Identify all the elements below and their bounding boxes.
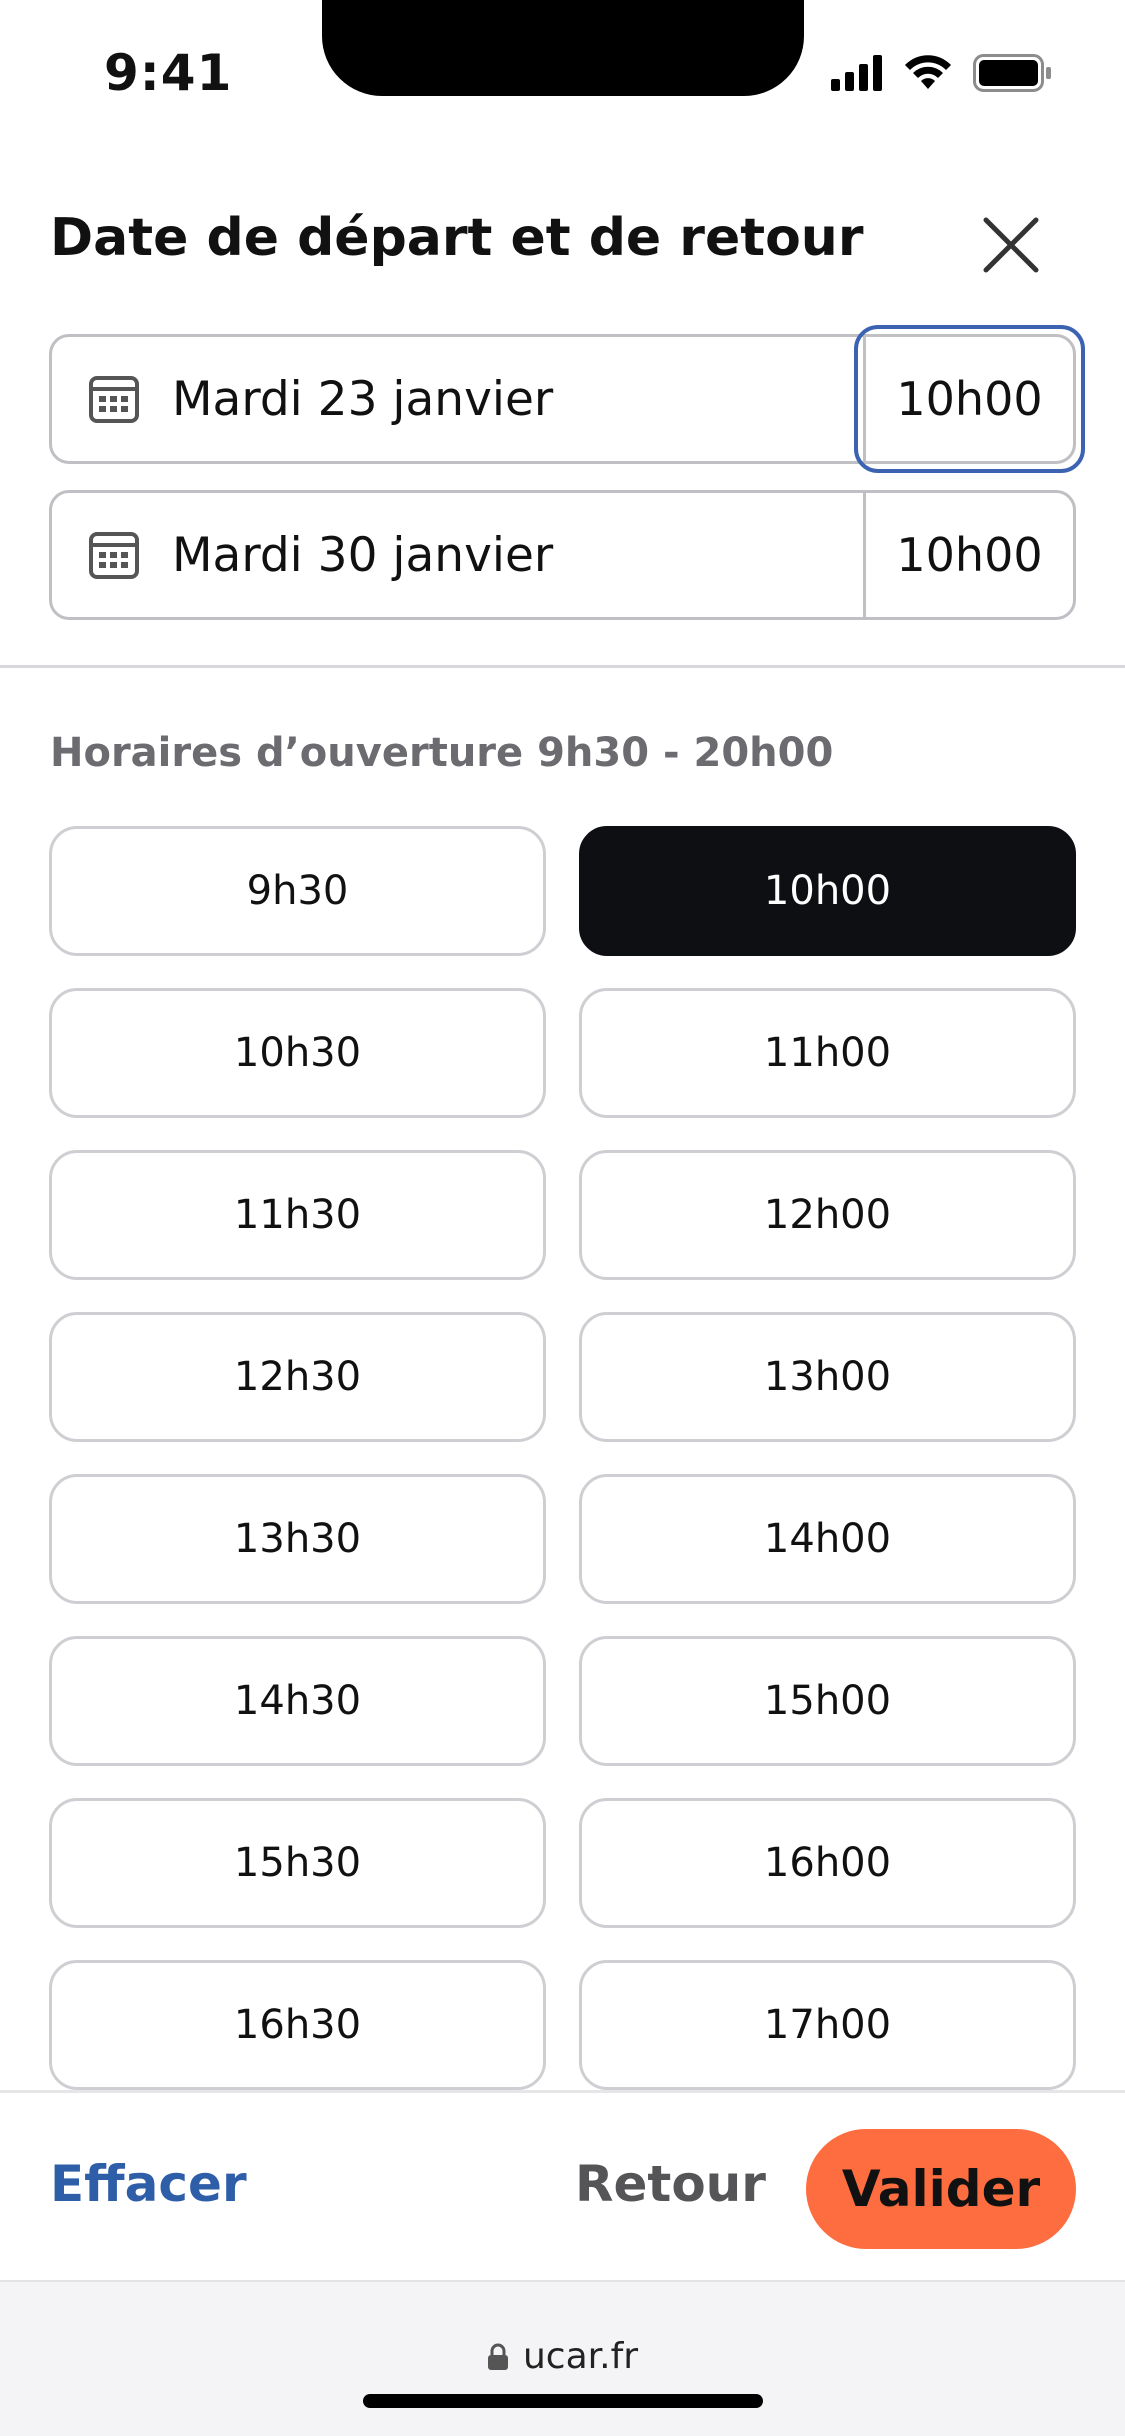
lock-icon	[487, 2343, 508, 2370]
time-slot[interactable]: 13h00	[579, 1312, 1076, 1442]
time-slot[interactable]: 11h30	[49, 1150, 546, 1280]
back-button[interactable]: Retour	[575, 2155, 766, 2213]
departure-row: Mardi 23 janvier 10h00	[49, 325, 1085, 473]
time-slot[interactable]: 10h00	[579, 826, 1076, 956]
divider	[0, 665, 1125, 668]
time-slot[interactable]: 11h00	[579, 988, 1076, 1118]
time-slot[interactable]: 16h30	[49, 1960, 546, 2090]
time-slot[interactable]: 14h30	[49, 1636, 546, 1766]
opening-hours-label: Horaires d’ouverture 9h30 - 20h00	[50, 730, 834, 776]
time-slot[interactable]: 12h30	[49, 1312, 546, 1442]
calendar-icon	[89, 532, 139, 579]
time-slot[interactable]: 17h00	[579, 1960, 1076, 2090]
status-time: 9:41	[104, 44, 233, 102]
time-slot[interactable]: 12h00	[579, 1150, 1076, 1280]
home-indicator[interactable]	[363, 2394, 763, 2408]
close-icon	[983, 217, 1039, 273]
time-slot[interactable]: 15h00	[579, 1636, 1076, 1766]
calendar-icon	[89, 376, 139, 423]
battery-icon	[973, 54, 1053, 92]
wifi-icon	[903, 55, 953, 91]
return-time-field[interactable]: 10h00	[863, 493, 1073, 617]
status-icons	[831, 54, 1053, 92]
time-slot[interactable]: 13h30	[49, 1474, 546, 1604]
time-slot[interactable]: 9h30	[49, 826, 546, 956]
time-slot[interactable]: 10h30	[49, 988, 546, 1118]
signal-icon	[831, 55, 883, 91]
time-slot-grid: 9h30 10h00 10h30 11h00 11h30 12h00 12h30…	[49, 826, 1076, 2090]
browser-url-bar[interactable]: ucar.fr	[0, 2280, 1125, 2436]
return-date-label: Mardi 30 janvier	[172, 527, 554, 583]
status-bar: 9:41	[0, 0, 1125, 130]
validate-button[interactable]: Valider	[806, 2129, 1076, 2249]
url-display[interactable]: ucar.fr	[0, 2336, 1125, 2377]
page-title: Date de départ et de retour	[50, 208, 864, 268]
return-date-field[interactable]: Mardi 30 janvier	[52, 493, 863, 617]
clear-button[interactable]: Effacer	[50, 2155, 247, 2213]
time-slot[interactable]: 16h00	[579, 1798, 1076, 1928]
departure-date-field[interactable]: Mardi 23 janvier	[52, 337, 863, 461]
device-notch	[322, 0, 804, 96]
departure-date-label: Mardi 23 janvier	[172, 371, 554, 427]
action-bar: Effacer Retour Valider	[0, 2090, 1125, 2280]
return-row: Mardi 30 janvier 10h00	[49, 490, 1076, 620]
time-slot[interactable]: 15h30	[49, 1798, 546, 1928]
url-text: ucar.fr	[522, 2336, 639, 2377]
close-button[interactable]	[976, 210, 1046, 280]
time-slot[interactable]: 14h00	[579, 1474, 1076, 1604]
departure-time-field[interactable]: 10h00	[854, 325, 1085, 473]
